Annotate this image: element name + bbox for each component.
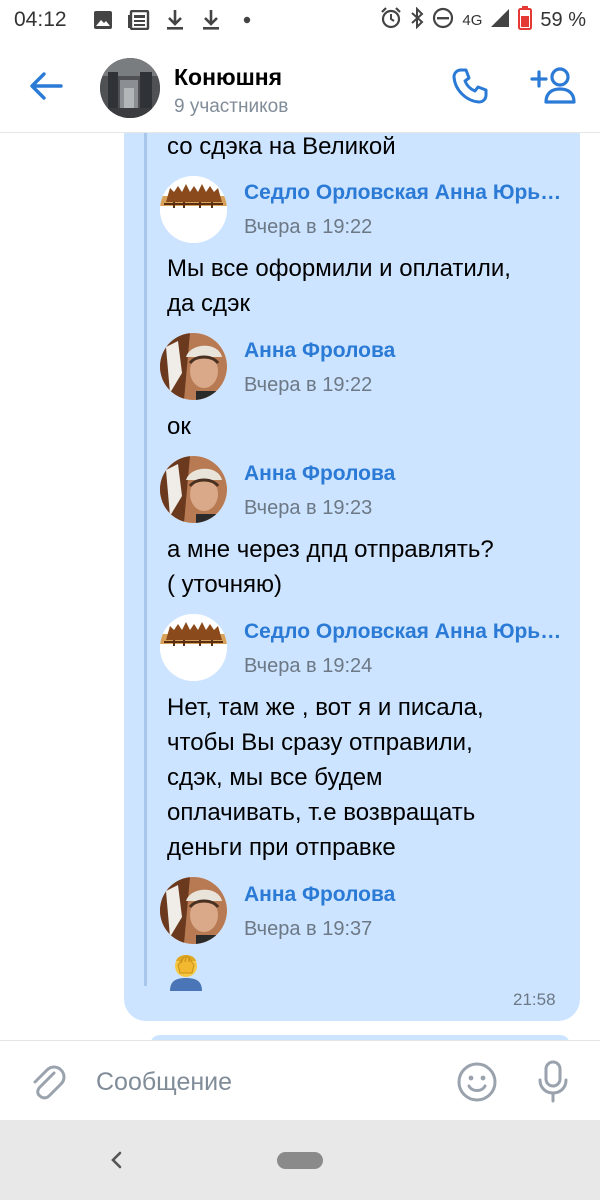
network-type: 4G: [462, 12, 483, 29]
author-avatar[interactable]: [160, 456, 227, 523]
message-text: со сдэка на Великой: [167, 133, 396, 160]
voice-message-button[interactable]: [530, 1057, 576, 1107]
chat-title[interactable]: Конюшня: [174, 64, 282, 91]
author-avatar[interactable]: [160, 614, 227, 681]
dnd-icon: [432, 7, 454, 34]
forward-quote-bar: [144, 133, 147, 986]
author-name[interactable]: Седло Орловская Анна Юрьевна: [244, 181, 562, 205]
smiley-icon: [457, 1062, 497, 1102]
message-input[interactable]: [96, 1059, 436, 1105]
news-icon: [128, 9, 150, 31]
back-button[interactable]: [24, 64, 68, 108]
girl-with-horse-icon: [160, 333, 227, 400]
battery-icon: [518, 6, 533, 35]
notification-icons: [92, 9, 258, 31]
message-text: Нет, там же , вот я и писала, чтобы Вы с…: [167, 694, 484, 861]
author-time: Вчера в 19:22: [244, 374, 373, 396]
participants-count[interactable]: 9 участников: [174, 96, 288, 118]
add-user-icon: [530, 67, 576, 104]
gallery-icon: [92, 9, 114, 31]
message-text: ок: [167, 413, 191, 440]
author-name[interactable]: Анна Фролова: [244, 883, 562, 907]
download-icon: [200, 9, 222, 31]
message-text: а мне через дпд отправлять? ( уточняю): [167, 536, 494, 598]
system-nav-bar: [0, 1120, 600, 1200]
paperclip-icon: [33, 1065, 66, 1100]
nav-back-button[interactable]: [100, 1144, 132, 1176]
add-member-button[interactable]: [528, 62, 580, 108]
author-name[interactable]: Анна Фролова: [244, 339, 562, 363]
status-bar: 04:12 4G 59 %: [0, 0, 600, 40]
microphone-icon: [538, 1060, 568, 1103]
download-icon: [164, 9, 186, 31]
facepalm-emoji-icon: [166, 951, 206, 991]
author-name[interactable]: Седло Орловская Анна Юрьевна: [244, 620, 562, 644]
status-time: 04:12: [14, 8, 67, 31]
message-list[interactable]: со сдэка на Великой Седло Орловская Анна…: [0, 133, 600, 1040]
chat-avatar[interactable]: [100, 58, 160, 118]
author-avatar[interactable]: [160, 333, 227, 400]
nav-home-pill[interactable]: [277, 1152, 323, 1169]
author-avatar[interactable]: [160, 176, 227, 243]
alarm-icon: [380, 7, 402, 34]
emoji-button[interactable]: [454, 1059, 500, 1105]
author-time: Вчера в 19:37: [244, 918, 373, 940]
signal-icon: [490, 8, 510, 33]
message-composer: [0, 1040, 600, 1121]
system-icons: 4G 59 %: [380, 6, 586, 35]
back-arrow-icon: [30, 72, 63, 100]
horses-logo-icon: [160, 614, 227, 681]
attach-button[interactable]: [26, 1061, 70, 1105]
dot-icon: [236, 9, 258, 31]
message-time: 21:58: [513, 990, 556, 1009]
author-name[interactable]: Анна Фролова: [244, 462, 562, 486]
author-time: Вчера в 19:23: [244, 497, 373, 519]
chat-header: Конюшня 9 участников: [0, 40, 600, 133]
girl-with-horse-icon: [160, 456, 227, 523]
author-avatar[interactable]: [160, 877, 227, 944]
bluetooth-icon: [410, 6, 424, 34]
author-time: Вчера в 19:24: [244, 655, 373, 677]
message-text: Мы все оформили и оплатили, да сдэк: [167, 255, 511, 317]
nav-back-icon: [111, 1151, 122, 1169]
author-time: Вчера в 19:22: [244, 216, 373, 238]
battery-percent: 59 %: [540, 9, 586, 31]
call-button[interactable]: [448, 64, 492, 108]
phone-icon: [452, 68, 488, 104]
girl-with-horse-icon: [160, 877, 227, 944]
horses-logo-icon: [160, 176, 227, 243]
